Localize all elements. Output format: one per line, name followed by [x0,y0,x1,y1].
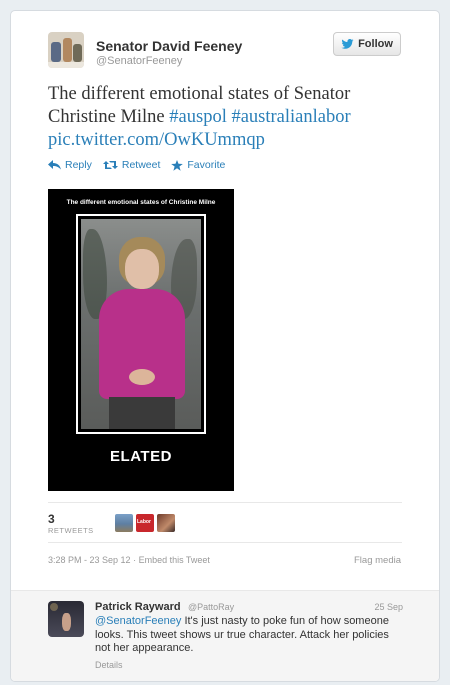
flag-media-link[interactable]: Flag media [354,555,401,566]
retweeter-avatar[interactable] [157,514,175,532]
reply-label: Reply [65,159,92,171]
tweet-media-link[interactable]: pic.twitter.com/OwKUmmqp [48,130,265,150]
tweet-media-image[interactable]: The different emotional states of Christ… [48,189,234,491]
retweet-button[interactable]: Retweet [102,159,161,171]
reply-mention[interactable]: @SenatorFeeney [95,615,181,627]
follow-button[interactable]: Follow [333,32,401,56]
favorite-label: Favorite [187,159,226,171]
reply-text: @SenatorFeeney It's just nasty to poke f… [95,615,405,656]
favorite-button[interactable]: Favorite [171,159,225,171]
reply-avatar[interactable] [48,601,84,637]
photo-frame [76,214,206,434]
reply-button[interactable]: Reply [48,159,92,171]
media-word: ELATED [110,448,172,465]
author-avatar[interactable] [48,32,84,68]
senator-photo [81,219,201,429]
hashtag-australianlabor[interactable]: #australianlabor [231,107,350,127]
retweeter-avatars: Labor [115,514,175,532]
media-caption: The different emotional states of Christ… [66,199,216,206]
meta-separator: · [130,555,139,565]
reply-date[interactable]: 25 Sep [374,602,403,612]
star-icon [171,159,184,171]
hashtag-auspol[interactable]: #auspol [169,107,227,127]
reply-tweet: Patrick Rayward @PattoRay 25 Sep @Senato… [11,590,439,681]
retweet-label: Retweet [121,159,161,171]
tweet-text: The different emotional states of Senato… [48,83,408,152]
follow-label: Follow [358,38,393,50]
retweet-count-label: RETWEETS [48,526,94,535]
divider [48,542,402,543]
tweet-meta: 3:28 PM - 23 Sep 12 · Embed this Tweet [48,555,210,565]
twitter-bird-icon [341,39,354,49]
reply-author-name[interactable]: Patrick Rayward [95,601,181,613]
embed-tweet-link[interactable]: Embed this Tweet [139,555,210,565]
tweet-actions: Reply Retweet Favorite [48,159,225,171]
retweeter-avatar[interactable] [115,514,133,532]
retweet-count[interactable]: 3 [48,512,55,526]
reply-details-link[interactable]: Details [95,660,123,670]
tweet-timestamp[interactable]: 3:28 PM - 23 Sep 12 [48,555,131,565]
divider [48,502,402,503]
reply-author-handle[interactable]: @PattoRay [188,602,234,612]
retweeter-avatar-text: Labor [137,519,151,525]
tweet-card: Senator David Feeney @SenatorFeeney Foll… [10,10,440,682]
author-name[interactable]: Senator David Feeney [96,38,242,54]
reply-icon [48,160,61,170]
author-handle[interactable]: @SenatorFeeney [96,55,182,67]
retweet-icon [102,161,118,169]
retweeter-avatar[interactable]: Labor [136,514,154,532]
